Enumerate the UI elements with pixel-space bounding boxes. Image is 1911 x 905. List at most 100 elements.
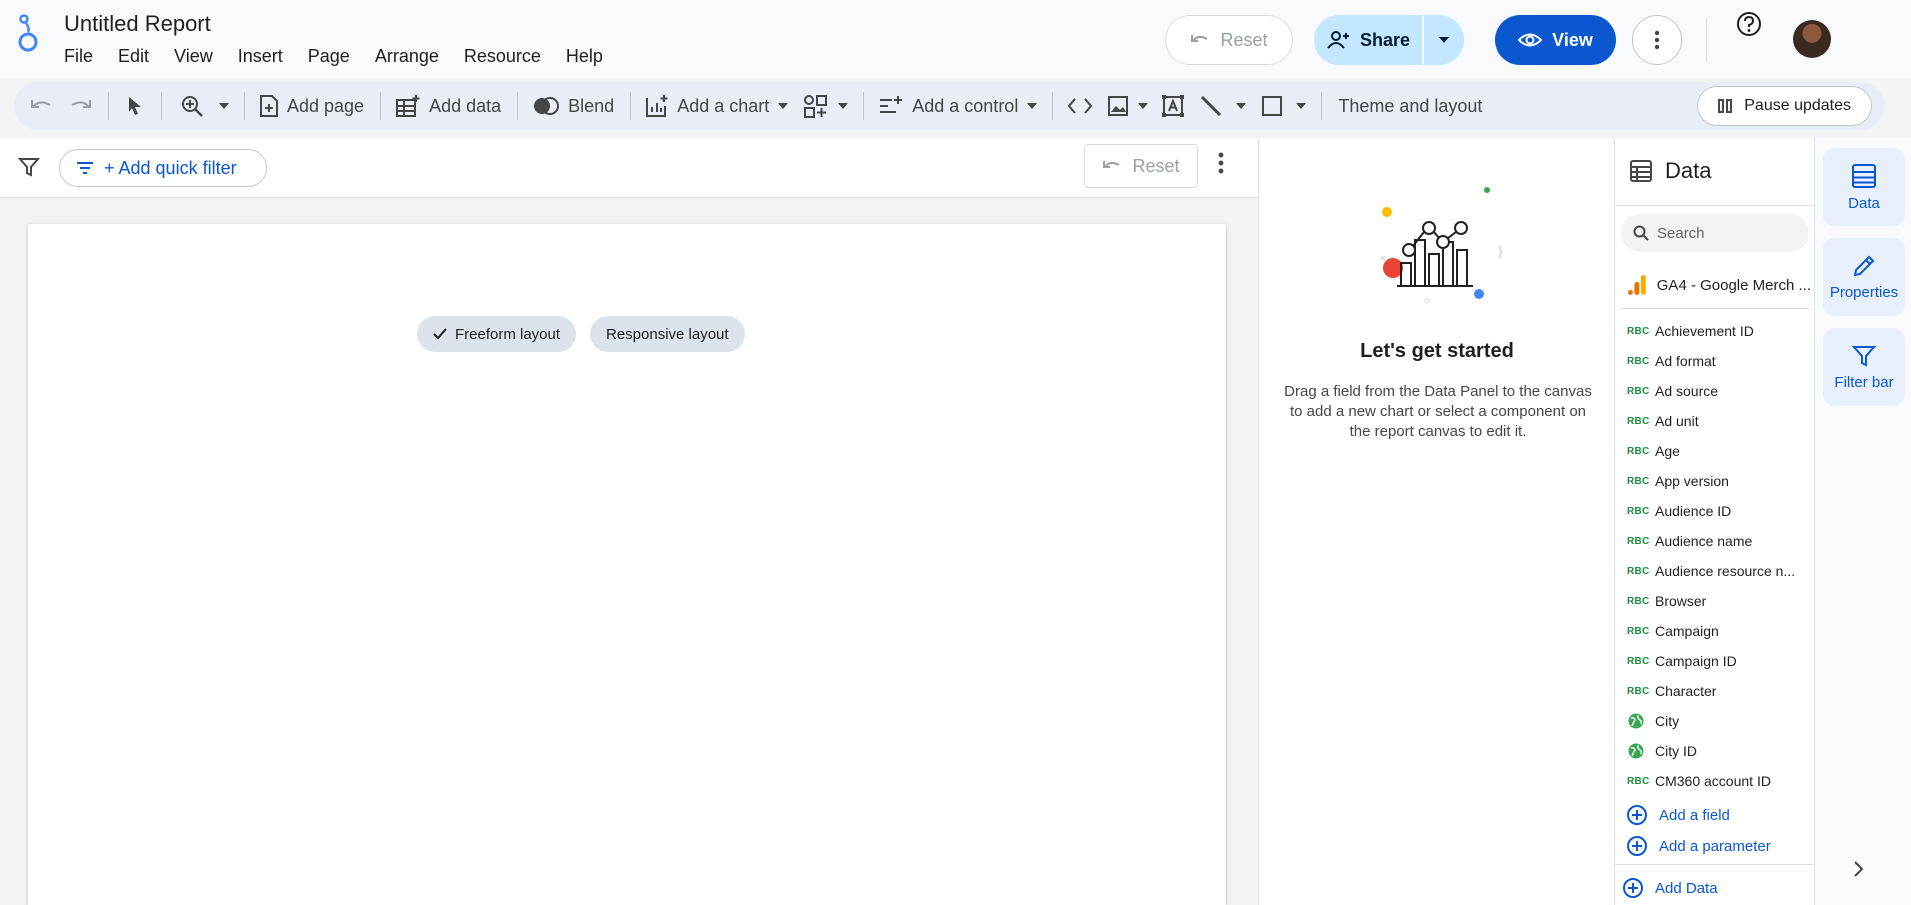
embed-url-button[interactable] xyxy=(1067,82,1093,130)
menu-view[interactable]: View xyxy=(174,46,213,67)
undo-icon xyxy=(1191,35,1208,42)
add-field-button[interactable]: Add a field xyxy=(1627,805,1730,825)
responsive-layout-chip[interactable]: Responsive layout xyxy=(590,316,745,352)
field-item[interactable]: RBC Ad format xyxy=(1627,346,1815,376)
text-type-icon: RBC xyxy=(1627,325,1650,337)
share-button[interactable]: Share xyxy=(1314,15,1422,65)
filter-bar: + Add quick filter Reset xyxy=(0,138,1258,198)
line-button[interactable] xyxy=(1199,82,1247,130)
get-started-panel: Let's get started Drag a field from the … xyxy=(1258,138,1614,905)
menu-insert[interactable]: Insert xyxy=(238,46,283,67)
add-quick-filter-label: + Add quick filter xyxy=(104,157,237,178)
text-type-icon: RBC xyxy=(1627,355,1650,367)
add-page-label: Add page xyxy=(287,95,365,116)
view-label: View xyxy=(1552,29,1593,50)
redo-button[interactable] xyxy=(70,82,92,130)
field-item[interactable]: RBC Audience name xyxy=(1627,526,1815,556)
add-page-icon xyxy=(260,95,278,117)
field-name: City ID xyxy=(1655,743,1697,759)
looker-studio-logo[interactable] xyxy=(16,14,42,54)
search-placeholder: Search xyxy=(1657,224,1705,242)
get-started-description: Drag a field from the Data Panel to the … xyxy=(1284,383,1592,440)
field-list: RBC Achievement ID RBC Ad format RBC Ad sou… xyxy=(1627,316,1815,796)
field-item[interactable]: RBC Character xyxy=(1627,676,1815,706)
add-data-source-button[interactable]: Add Data xyxy=(1623,878,1718,898)
rail-properties-label: Properties xyxy=(1829,283,1899,301)
redo-icon xyxy=(71,100,91,108)
add-control-label: Add a control xyxy=(912,95,1019,116)
freeform-layout-chip[interactable]: Freeform layout xyxy=(417,316,577,352)
more-options-button[interactable] xyxy=(1632,15,1682,65)
pause-updates-button[interactable]: Pause updates xyxy=(1697,86,1872,126)
field-item[interactable]: City xyxy=(1627,706,1815,736)
field-item[interactable]: RBC Age xyxy=(1627,436,1815,466)
avatar[interactable] xyxy=(1793,20,1831,58)
menu-resource[interactable]: Resource xyxy=(464,46,541,67)
pencil-icon xyxy=(1853,255,1875,276)
toolbar: Add page Add data Blend Add a chart Add … xyxy=(14,82,1884,130)
data-source-item[interactable]: GA4 - Google Merch ... xyxy=(1627,274,1811,296)
report-page[interactable]: Freeform layout Responsive layout xyxy=(28,224,1226,905)
shape-button[interactable] xyxy=(1261,82,1307,130)
menu-page[interactable]: Page xyxy=(308,46,350,67)
field-item[interactable]: RBC Audience ID xyxy=(1627,496,1815,526)
field-item[interactable]: RBC Browser xyxy=(1627,586,1815,616)
field-item[interactable]: RBC CM360 account ID xyxy=(1627,766,1815,796)
share-group: Share xyxy=(1314,15,1464,65)
field-item[interactable]: RBC Achievement ID xyxy=(1627,316,1815,346)
view-button[interactable]: View xyxy=(1495,15,1616,65)
text-type-icon: RBC xyxy=(1627,385,1650,397)
add-control-button[interactable]: Add a control xyxy=(878,82,1038,130)
add-chart-button[interactable]: Add a chart xyxy=(645,82,789,130)
check-icon xyxy=(433,328,447,340)
image-button[interactable] xyxy=(1107,82,1149,130)
add-component-button[interactable] xyxy=(803,82,849,130)
field-name: Audience ID xyxy=(1655,503,1732,519)
filter-icon[interactable] xyxy=(18,156,40,178)
caret-down-icon xyxy=(838,103,849,109)
menu-bar: File Edit View Insert Page Arrange Resou… xyxy=(64,46,628,67)
help-icon[interactable] xyxy=(1736,11,1762,37)
field-item[interactable]: RBC Campaign xyxy=(1627,616,1815,646)
text-type-icon: RBC xyxy=(1627,445,1650,457)
rail-filter-bar-button[interactable]: Filter bar xyxy=(1823,328,1905,406)
field-item[interactable]: RBC Ad source xyxy=(1627,376,1815,406)
rectangle-icon xyxy=(1262,96,1283,116)
more-vert-icon xyxy=(1654,30,1660,50)
field-name: Ad source xyxy=(1655,383,1719,399)
data-search-input[interactable]: Search xyxy=(1621,214,1809,252)
field-item[interactable]: RBC App version xyxy=(1627,466,1815,496)
field-name: Browser xyxy=(1655,593,1707,609)
field-name: Campaign xyxy=(1655,623,1719,639)
rail-filter-bar-label: Filter bar xyxy=(1834,373,1894,391)
field-name: City xyxy=(1655,713,1680,729)
menu-arrange[interactable]: Arrange xyxy=(375,46,439,67)
menu-file[interactable]: File xyxy=(64,46,93,67)
field-item[interactable]: RBC Campaign ID xyxy=(1627,646,1815,676)
caret-down-icon xyxy=(219,103,229,109)
add-data-button[interactable]: Add data xyxy=(395,82,501,130)
field-item[interactable]: RBC Audience resource n... xyxy=(1627,556,1815,586)
report-title[interactable]: Untitled Report xyxy=(64,11,211,37)
add-quick-filter-button[interactable]: + Add quick filter xyxy=(59,149,267,187)
theme-layout-button[interactable]: Theme and layout xyxy=(1338,82,1482,130)
field-item[interactable]: City ID xyxy=(1627,736,1815,766)
blend-button[interactable]: Blend xyxy=(532,82,614,130)
undo-button[interactable] xyxy=(30,82,52,130)
canvas-reset-button[interactable]: Reset xyxy=(1084,144,1198,188)
chevron-right-icon[interactable] xyxy=(1853,860,1865,878)
text-button[interactable] xyxy=(1161,82,1185,130)
canvas-more-options-button[interactable] xyxy=(1218,152,1224,174)
menu-help[interactable]: Help xyxy=(566,46,603,67)
field-item[interactable]: RBC Ad unit xyxy=(1627,406,1815,436)
select-tool-button[interactable] xyxy=(127,82,143,130)
reset-button[interactable]: Reset xyxy=(1165,15,1293,65)
rail-data-button[interactable]: Data xyxy=(1823,148,1905,226)
rail-properties-button[interactable]: Properties xyxy=(1823,238,1905,316)
add-parameter-button[interactable]: Add a parameter xyxy=(1627,836,1771,856)
right-rail: Data Properties Filter bar xyxy=(1814,138,1911,905)
share-dropdown-button[interactable] xyxy=(1424,15,1464,65)
zoom-button[interactable] xyxy=(180,82,230,130)
add-page-button[interactable]: Add page xyxy=(259,82,364,130)
menu-edit[interactable]: Edit xyxy=(118,46,149,67)
